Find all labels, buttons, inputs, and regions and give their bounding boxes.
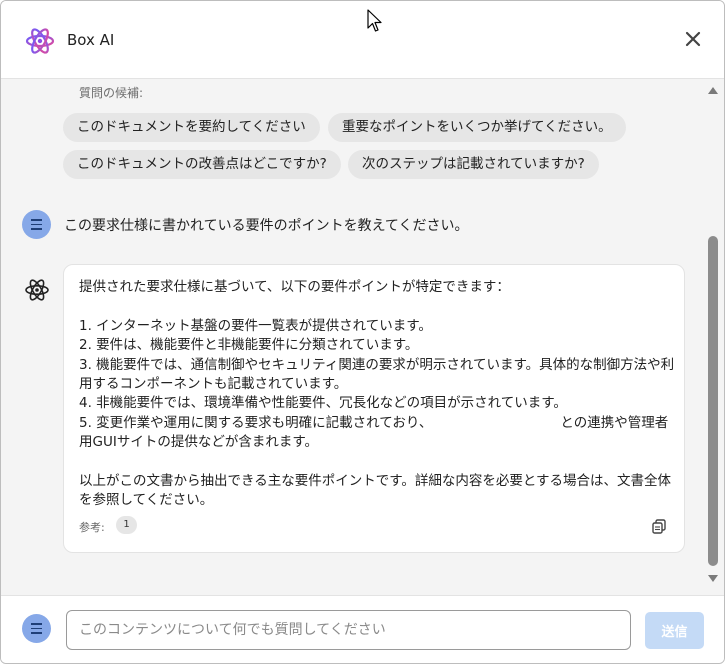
box-ai-dialog: Box AI 質問の候補: このドキュメントを要約してください 重要なポイントを… <box>0 0 725 664</box>
ai-response-card: 提供された要求仕様に基づいて、以下の要件ポイントが特定できます： 1. インター… <box>63 264 685 553</box>
box-ai-atom-icon <box>25 28 55 54</box>
composer-bar: 送信 <box>1 595 724 663</box>
response-point-5: 5. 変更作業や運用に関する要求も明確に記載されており、 との連携や管理者用GUI… <box>79 414 675 453</box>
redacted-text <box>432 415 561 430</box>
response-point-2: 2. 要件は、機能要件と非機能要件に分類されています。 <box>79 337 419 354</box>
ai-atom-icon <box>25 279 49 301</box>
send-button[interactable]: 送信 <box>645 612 704 649</box>
suggestion-chip-key-points[interactable]: 重要なポイントをいくつか挙げてください。 <box>328 113 626 142</box>
reference-badge[interactable]: 1 <box>116 516 137 534</box>
close-icon[interactable] <box>683 29 703 49</box>
response-intro: 提供された要求仕様に基づいて、以下の要件ポイントが特定できます： <box>79 279 510 295</box>
response-conclusion: 以上がこの文書から抽出できる主な要件ポイントです。詳細な内容を必要とする場合は、… <box>79 473 671 509</box>
response-point-3: 3. 機能要件では、通信制御やセキュリティ関連の要求が明示されています。具体的な… <box>79 356 675 393</box>
suggestion-chip-summarize[interactable]: このドキュメントを要約してください <box>63 113 320 142</box>
reference-label: 参考: <box>79 521 105 534</box>
suggestion-chip-next-steps[interactable]: 次のステップは記載されていますか? <box>348 150 599 179</box>
ai-response-text: 提供された要求仕様に基づいて、以下の要件ポイントが特定できます： 1. インター… <box>79 278 675 511</box>
scroll-up-arrow-icon[interactable] <box>708 87 718 94</box>
response-point-4: 4. 非機能要件では、環境準備や性能要件、冗長化などの項目が示されています。 <box>79 395 567 412</box>
copy-icon[interactable] <box>652 519 666 534</box>
user-message: この要求仕様に書かれている要件のポイントを教えてください。 <box>64 218 469 234</box>
response-point-5-part-a: 5. 変更作業や運用に関する要求も明確に記載されており、 <box>79 414 433 431</box>
chat-history[interactable]: 質問の候補: このドキュメントを要約してください 重要なポイントをいくつか挙げて… <box>1 79 724 595</box>
dialog-header: Box AI <box>1 1 724 79</box>
suggestions-label: 質問の候補: <box>79 86 144 100</box>
composer-user-avatar <box>22 614 51 643</box>
question-input[interactable] <box>66 610 631 650</box>
mouse-cursor-icon <box>367 9 382 32</box>
scrollbar-thumb[interactable] <box>708 236 718 566</box>
scroll-down-arrow-icon[interactable] <box>708 575 718 582</box>
user-avatar <box>22 210 51 239</box>
response-point-1: 1. インターネット基盤の要件一覧表が提供されています。 <box>79 317 432 334</box>
suggestion-chip-improvements[interactable]: このドキュメントの改善点はどこですか? <box>63 150 341 179</box>
dialog-title: Box AI <box>67 31 115 49</box>
